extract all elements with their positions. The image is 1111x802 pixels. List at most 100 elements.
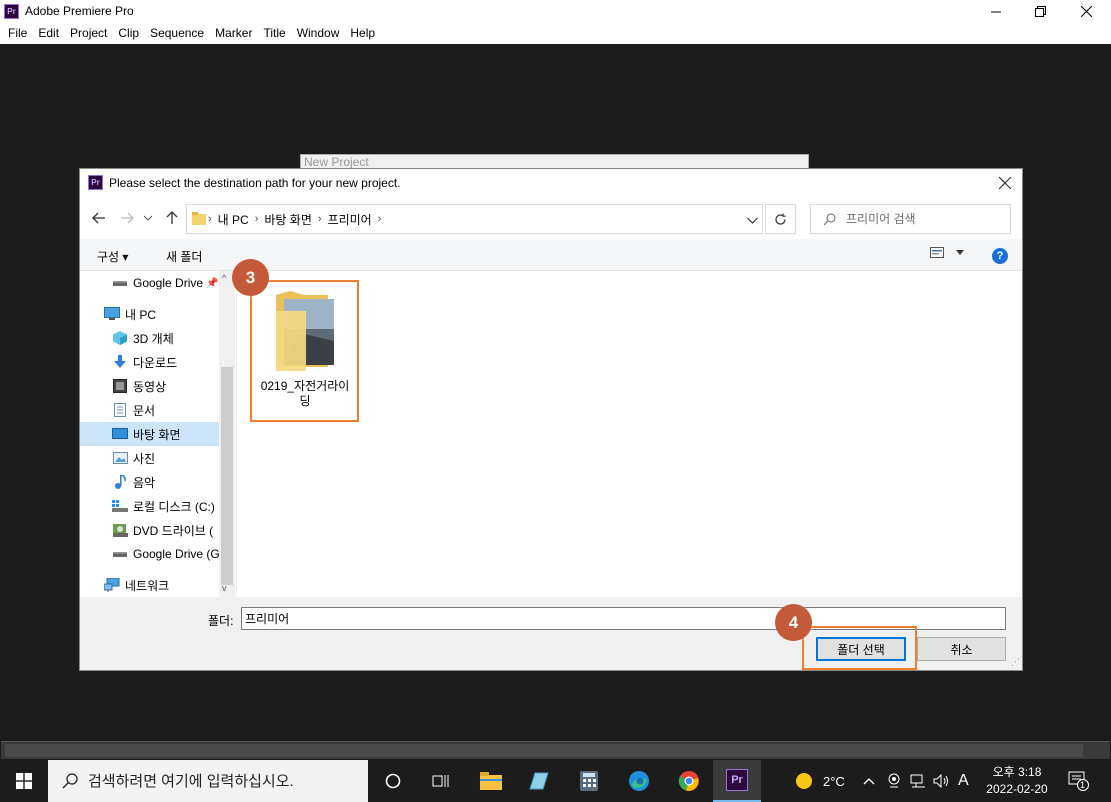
chevron-up-icon[interactable]: ^ [222,273,226,283]
cortana-button[interactable] [369,760,417,802]
search-box[interactable] [810,204,1011,234]
nav-item-local-disk[interactable]: 로컬 디스크 (C:) [80,494,219,518]
scrollbar-thumb[interactable] [221,367,233,585]
nav-item-label: 사진 [133,451,156,466]
dialog-titlebar: Pr Please select the destination path fo… [80,169,1022,197]
menu-clip[interactable]: Clip [112,23,144,44]
start-button[interactable] [0,760,48,802]
menu-edit[interactable]: Edit [32,23,64,44]
close-button[interactable] [1063,0,1109,23]
breadcrumb-my-pc[interactable]: 내 PC [214,211,253,228]
address-dropdown-button[interactable] [747,213,758,227]
cancel-button[interactable]: 취소 [917,637,1006,661]
video-icon [112,378,128,394]
chrome-button[interactable] [665,760,713,802]
nav-item-label: 로컬 디스크 (C:) [133,499,215,514]
dvd-drive-icon [112,522,128,538]
premiere-pro-taskbar-button[interactable]: Pr [713,760,761,802]
menu-title[interactable]: Title [257,23,290,44]
refresh-button[interactable] [765,204,796,234]
windows-logo-icon [16,773,32,789]
breadcrumb-separator: › [254,213,259,225]
nav-pane-scrollbar[interactable]: ^ v [219,271,235,597]
organize-button[interactable]: 구성 ▾ [97,248,128,265]
nav-item-my-pc[interactable]: 내 PC [80,302,219,326]
back-button[interactable] [90,209,108,227]
search-input[interactable] [846,212,996,226]
download-icon [112,354,128,370]
new-project-title: New Project [304,155,369,169]
nav-item-google-drive[interactable]: Google Drive 📌 [80,271,219,295]
up-button[interactable] [163,209,181,227]
nav-item-label: 내 PC [125,307,157,322]
menu-sequence[interactable]: Sequence [144,23,209,44]
nav-item-network[interactable]: 네트워크 [80,573,219,597]
calculator-icon [580,771,598,791]
nav-item-3d-objects[interactable]: 3D 개체 [80,326,219,350]
forward-button[interactable] [118,209,136,227]
resize-grip-icon[interactable]: ⋰ [1011,657,1020,668]
volume-button[interactable] [933,760,951,802]
arrow-up-icon [166,211,178,224]
tray-overflow-button[interactable] [863,760,875,802]
clock-date: 2022-02-20 [986,782,1048,796]
menu-marker[interactable]: Marker [209,23,257,44]
notification-center-button[interactable]: 1 [1068,760,1090,802]
menu-help[interactable]: Help [344,23,380,44]
breadcrumb-premiere[interactable]: 프리미어 [324,211,376,228]
premiere-logo-icon: Pr [4,4,19,19]
music-icon [112,474,128,490]
restore-button[interactable] [1017,0,1063,23]
pc-icon [104,306,120,322]
annotation-box-folder [250,280,359,422]
status-bar [1,741,1110,759]
nav-item-dvd-drive[interactable]: DVD 드라이브 ( [80,518,219,542]
menu-window[interactable]: Window [291,23,345,44]
ime-indicator[interactable]: A [958,760,969,802]
dialog-toolbar: 구성 ▾ 새 폴더 ? [80,239,1022,271]
nav-item-music[interactable]: 음악 [80,470,219,494]
drive-icon [112,546,128,562]
minimize-button[interactable] [973,0,1019,23]
menu-file[interactable]: File [2,23,32,44]
new-folder-button[interactable]: 새 폴더 [166,248,202,265]
search-icon [823,213,836,225]
network-status-button[interactable] [910,760,926,802]
app-titlebar: Pr Adobe Premiere Pro [0,0,1111,23]
nav-item-desktop[interactable]: 바탕 화면 [80,422,219,446]
taskbar-search-input[interactable] [88,772,348,790]
file-explorer-button[interactable] [467,760,515,802]
nav-item-videos[interactable]: 동영상 [80,374,219,398]
edge-button[interactable] [615,760,663,802]
search-icon [62,773,78,789]
status-bar-track [5,744,1083,757]
nav-item-downloads[interactable]: 다운로드 [80,350,219,374]
weather-widget[interactable]: 2°C [795,760,845,802]
nav-item-label: 음악 [133,475,156,490]
dialog-title: Please select the destination path for y… [109,176,401,190]
sticky-notes-button[interactable] [515,760,563,802]
annotation-badge-4: 4 [775,604,812,641]
menu-project[interactable]: Project [64,23,112,44]
view-options-button[interactable] [930,247,964,258]
nav-item-pictures[interactable]: 사진 [80,446,219,470]
taskbar-search[interactable] [48,760,368,802]
calculator-button[interactable] [565,760,613,802]
clock[interactable]: 오후 3:18 2022-02-20 [980,764,1054,798]
minimize-icon [991,11,1001,12]
chevron-down-icon [956,250,964,255]
nav-item-google-drive-g[interactable]: Google Drive (G [80,542,219,566]
breadcrumb-desktop[interactable]: 바탕 화면 [260,211,316,228]
help-icon[interactable]: ? [992,248,1008,264]
breadcrumb-separator: › [377,213,382,225]
meet-now-button[interactable] [887,760,901,802]
task-view-button[interactable] [417,760,465,802]
dialog-close-button[interactable] [992,171,1018,195]
breadcrumb-separator: › [317,213,322,225]
recent-locations-button[interactable] [143,209,153,227]
address-bar[interactable]: › 내 PC › 바탕 화면 › 프리미어 › [186,204,763,234]
nav-item-documents[interactable]: 문서 [80,398,219,422]
chevron-down-icon[interactable]: v [222,583,227,593]
nav-item-label: Google Drive [133,276,204,290]
annotation-badge-3: 3 [232,259,269,296]
